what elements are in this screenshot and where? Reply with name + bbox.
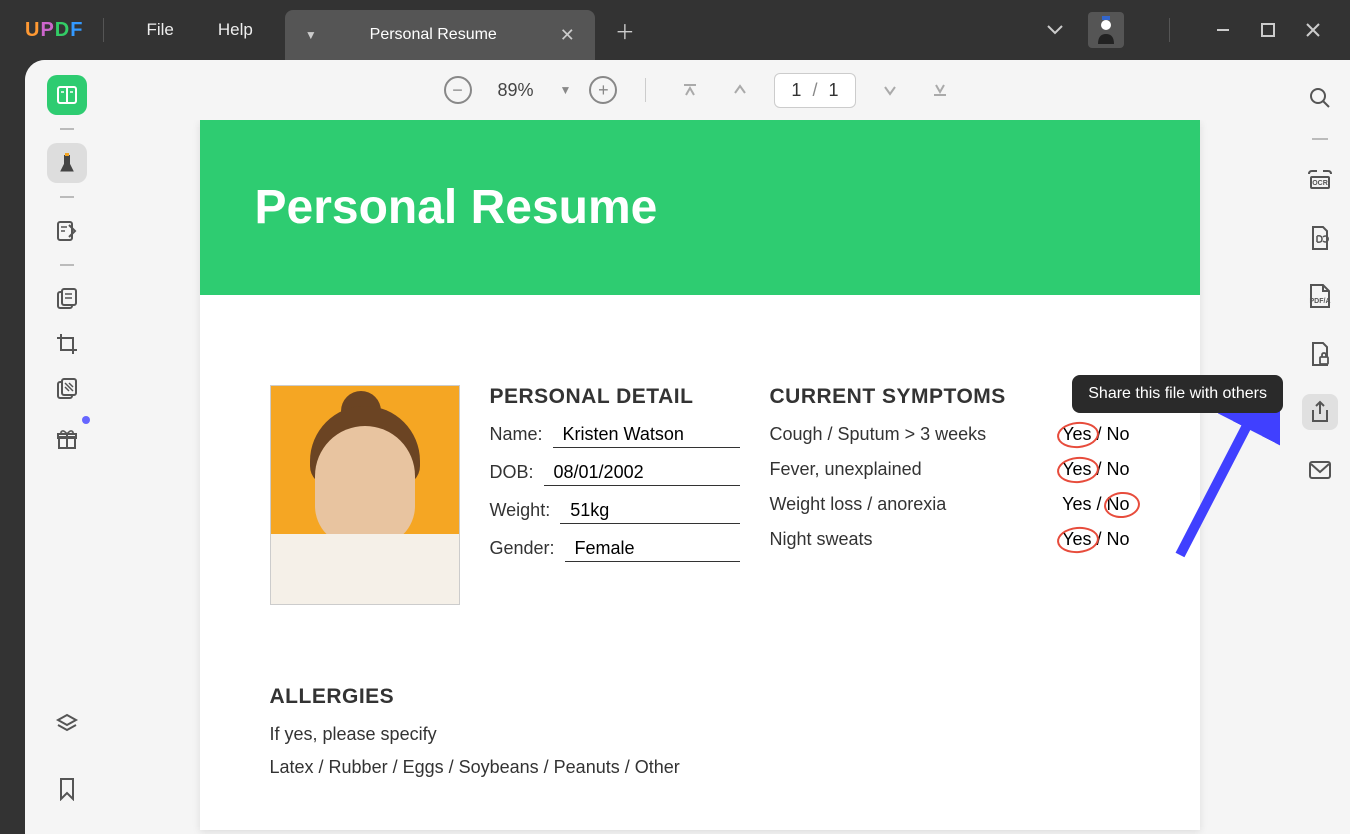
- symptom-row: Fever, unexplainedYes / No: [770, 459, 1130, 480]
- protect-button[interactable]: [1302, 336, 1338, 372]
- title-bar: UPDF File Help ▼ Personal Resume ✕ ＋: [0, 0, 1350, 60]
- maximize-button[interactable]: [1260, 22, 1280, 38]
- allergies-heading: ALLERGIES: [270, 685, 1130, 709]
- svg-text:PDF/A: PDF/A: [1310, 298, 1331, 305]
- detail-heading: PERSONAL DETAIL: [490, 385, 740, 409]
- convert-button[interactable]: [1302, 220, 1338, 256]
- circle-annotation: [1103, 490, 1141, 519]
- layers-tool[interactable]: [47, 704, 87, 744]
- document-tab[interactable]: ▼ Personal Resume ✕: [285, 10, 595, 60]
- right-sidebar: OCR PDF/A: [1290, 60, 1350, 834]
- total-pages: 1: [828, 80, 838, 100]
- weight-label: Weight:: [490, 500, 551, 521]
- search-button[interactable]: [1302, 80, 1338, 116]
- name-label: Name:: [490, 424, 543, 445]
- zoom-out-button[interactable]: −: [444, 76, 472, 104]
- gender-label: Gender:: [490, 538, 555, 559]
- dob-label: DOB:: [490, 462, 534, 483]
- first-page-button[interactable]: [674, 82, 706, 98]
- main-area: − 89% ▼ + 1 / 1 Personal Resume: [25, 60, 1350, 834]
- gender-value: Female: [565, 538, 740, 562]
- app-logo: UPDF: [25, 19, 83, 42]
- tab-dropdown-icon[interactable]: ▼: [305, 28, 317, 42]
- circle-annotation: [1056, 525, 1100, 555]
- circle-annotation: [1056, 420, 1100, 450]
- notification-dot: [82, 416, 90, 424]
- highlighter-tool[interactable]: [47, 143, 87, 183]
- divider: [645, 78, 646, 102]
- minimize-button[interactable]: [1215, 22, 1235, 38]
- document-viewport[interactable]: Personal Resume PERSONAL DETAIL Name: Kri…: [109, 120, 1290, 834]
- circle-annotation: [1056, 455, 1100, 485]
- document-body: PERSONAL DETAIL Name: Kristen Watson DOB:…: [200, 295, 1200, 830]
- allergies-options: Latex / Rubber / Eggs / Soybeans / Peanu…: [270, 757, 1130, 778]
- symptom-row: Weight loss / anorexiaYes / No: [770, 494, 1130, 515]
- tab-title: Personal Resume: [337, 26, 530, 44]
- zoom-dropdown-icon[interactable]: ▼: [560, 83, 572, 97]
- gift-tool[interactable]: [47, 419, 87, 459]
- organize-tool[interactable]: [47, 279, 87, 319]
- crop-tool[interactable]: [47, 324, 87, 364]
- left-sidebar: [25, 60, 109, 834]
- divider: [103, 18, 104, 42]
- reader-tool[interactable]: [47, 75, 87, 115]
- personal-detail-section: PERSONAL DETAIL Name: Kristen Watson DOB:…: [490, 385, 740, 605]
- divider: [60, 128, 74, 130]
- page-indicator[interactable]: 1 / 1: [774, 73, 855, 108]
- dob-value: 08/01/2002: [544, 462, 740, 486]
- share-tooltip: Share this file with others: [1072, 375, 1283, 413]
- divider: [60, 264, 74, 266]
- profile-photo: [270, 385, 460, 605]
- user-avatar[interactable]: [1088, 12, 1124, 48]
- zoom-in-button[interactable]: +: [589, 76, 617, 104]
- allergies-section: ALLERGIES If yes, please specify Latex /…: [270, 685, 1130, 790]
- divider: [1169, 18, 1170, 42]
- document-title: Personal Resume: [255, 180, 658, 235]
- new-tab-button[interactable]: ＋: [615, 16, 635, 45]
- file-menu[interactable]: File: [124, 20, 195, 40]
- page-separator: /: [812, 80, 817, 100]
- ocr-button[interactable]: OCR: [1302, 162, 1338, 198]
- toolbar: − 89% ▼ + 1 / 1: [109, 60, 1290, 120]
- next-page-button[interactable]: [874, 82, 906, 98]
- weight-value: 51kg: [560, 500, 739, 524]
- pdf-document: Personal Resume PERSONAL DETAIL Name: Kri…: [200, 120, 1200, 830]
- close-button[interactable]: [1305, 22, 1325, 38]
- zoom-value: 89%: [498, 80, 534, 101]
- svg-text:OCR: OCR: [1312, 180, 1328, 187]
- bookmark-tool[interactable]: [47, 769, 87, 809]
- email-button[interactable]: [1302, 452, 1338, 488]
- pdfa-button[interactable]: PDF/A: [1302, 278, 1338, 314]
- divider: [60, 196, 74, 198]
- divider: [1312, 138, 1328, 140]
- allergies-specify: If yes, please specify: [270, 724, 1130, 745]
- share-button[interactable]: [1302, 394, 1338, 430]
- redact-tool[interactable]: [47, 369, 87, 409]
- symptom-row: Night sweatsYes / No: [770, 529, 1130, 550]
- help-menu[interactable]: Help: [196, 20, 275, 40]
- symptom-row: Cough / Sputum > 3 weeksYes / No: [770, 424, 1130, 445]
- content-area: − 89% ▼ + 1 / 1 Personal Resume: [109, 60, 1290, 834]
- chevron-down-icon[interactable]: [1047, 25, 1063, 35]
- tab-close-icon[interactable]: ✕: [560, 25, 575, 46]
- prev-page-button[interactable]: [724, 82, 756, 98]
- document-header: Personal Resume: [200, 120, 1200, 295]
- current-page: 1: [791, 80, 801, 100]
- symptoms-section: CURRENT SYMPTOMS Cough / Sputum > 3 week…: [770, 385, 1130, 605]
- last-page-button[interactable]: [924, 82, 956, 98]
- name-value: Kristen Watson: [553, 424, 740, 448]
- edit-tool[interactable]: [47, 211, 87, 251]
